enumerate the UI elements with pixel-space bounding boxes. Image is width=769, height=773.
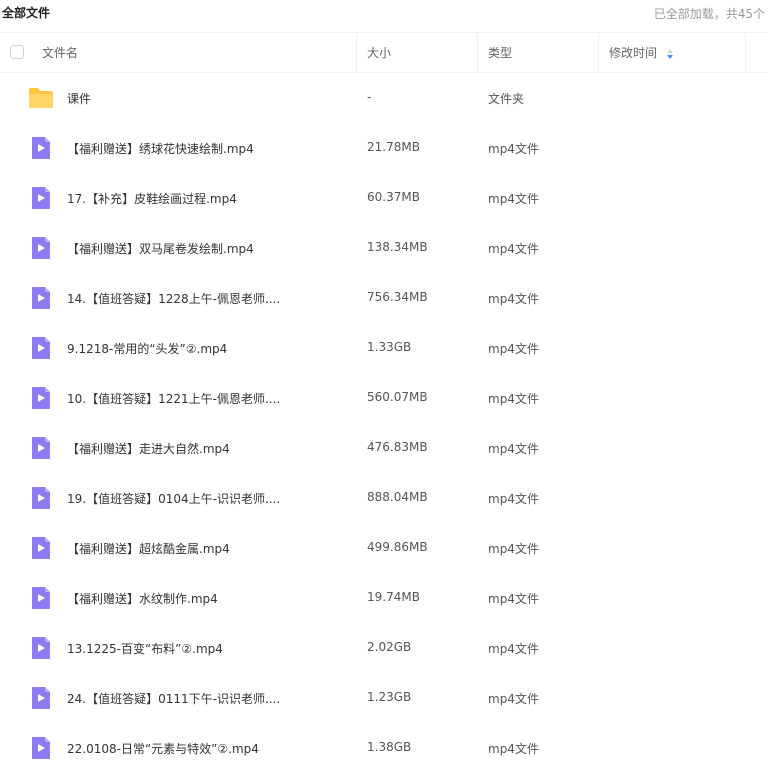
- file-type: mp4文件: [488, 542, 539, 556]
- file-type: mp4文件: [488, 292, 539, 306]
- file-size: 1.33GB: [367, 340, 412, 354]
- column-divider: [477, 33, 478, 73]
- select-all-checkbox[interactable]: [10, 45, 24, 59]
- file-row[interactable]: 14.【值班答疑】1228上午-佩恩老师.... 756.34MB mp4文件: [0, 273, 769, 323]
- video-file-icon: [28, 685, 54, 711]
- top-bar: 全部文件 已全部加载，共45个: [0, 0, 769, 26]
- file-name[interactable]: 【福利赠送】超炫酷金属.mp4: [67, 540, 230, 557]
- file-name[interactable]: 19.【值班答疑】0104上午-识识老师....: [67, 490, 280, 507]
- file-row[interactable]: 【福利赠送】水纹制作.mp4 19.74MB mp4文件: [0, 573, 769, 623]
- column-header-type[interactable]: 类型: [488, 33, 512, 73]
- video-file-icon: [28, 185, 54, 211]
- file-type: mp4文件: [488, 492, 539, 506]
- load-status-text: 已全部加载，共45个: [653, 7, 765, 21]
- file-size: 60.37MB: [367, 190, 420, 204]
- file-name[interactable]: 【福利赠送】绣球花快速绘制.mp4: [67, 140, 254, 157]
- file-type: mp4文件: [488, 342, 539, 356]
- file-name[interactable]: 24.【值班答疑】0111下午-识识老师....: [67, 690, 280, 707]
- column-header-size[interactable]: 大小: [367, 33, 391, 73]
- file-size: 560.07MB: [367, 390, 428, 404]
- video-file-icon: [28, 635, 54, 661]
- file-row[interactable]: 24.【值班答疑】0111下午-识识老师.... 1.23GB mp4文件: [0, 673, 769, 723]
- file-row[interactable]: 17.【补充】皮鞋绘画过程.mp4 60.37MB mp4文件: [0, 173, 769, 223]
- file-size: -: [367, 90, 372, 104]
- file-name[interactable]: 【福利赠送】走进大自然.mp4: [67, 440, 230, 457]
- file-name[interactable]: 【福利赠送】双马尾卷发绘制.mp4: [67, 240, 254, 257]
- column-divider: [745, 33, 746, 73]
- video-file-icon: [28, 735, 54, 761]
- file-row[interactable]: 【福利赠送】双马尾卷发绘制.mp4 138.34MB mp4文件: [0, 223, 769, 273]
- video-file-icon: [28, 585, 54, 611]
- breadcrumb[interactable]: 全部文件: [2, 4, 50, 21]
- file-size: 1.23GB: [367, 690, 412, 704]
- file-size: 476.83MB: [367, 440, 428, 454]
- file-list-header: 文件名 大小 类型 修改时间: [0, 32, 769, 73]
- file-type: mp4文件: [488, 642, 539, 656]
- file-type: mp4文件: [488, 392, 539, 406]
- column-header-modified[interactable]: 修改时间: [609, 33, 657, 73]
- file-type: 文件夹: [488, 92, 525, 106]
- file-row[interactable]: 课件 - 文件夹: [0, 73, 769, 123]
- video-file-icon: [28, 335, 54, 361]
- file-row[interactable]: 【福利赠送】走进大自然.mp4 476.83MB mp4文件: [0, 423, 769, 473]
- file-type: mp4文件: [488, 442, 539, 456]
- file-row[interactable]: 19.【值班答疑】0104上午-识识老师.... 888.04MB mp4文件: [0, 473, 769, 523]
- file-name[interactable]: 17.【补充】皮鞋绘画过程.mp4: [67, 190, 237, 207]
- sort-icon[interactable]: [666, 48, 674, 60]
- file-type: mp4文件: [488, 592, 539, 606]
- file-name[interactable]: 【福利赠送】水纹制作.mp4: [67, 590, 218, 607]
- video-file-icon: [28, 285, 54, 311]
- file-list: 课件 - 文件夹 【福利赠送】绣球花快速绘制.mp4 21.78MB mp4文件 17.【补…: [0, 73, 769, 773]
- file-size: 21.78MB: [367, 140, 420, 154]
- video-file-icon: [28, 135, 54, 161]
- video-file-icon: [28, 385, 54, 411]
- video-file-icon: [28, 235, 54, 261]
- file-size: 19.74MB: [367, 590, 420, 604]
- video-file-icon: [28, 435, 54, 461]
- file-type: mp4文件: [488, 242, 539, 256]
- file-size: 138.34MB: [367, 240, 428, 254]
- file-size: 1.38GB: [367, 740, 412, 754]
- column-divider: [356, 33, 357, 73]
- column-header-name[interactable]: 文件名: [42, 33, 78, 73]
- file-name[interactable]: 课件: [67, 90, 91, 107]
- file-row[interactable]: 【福利赠送】超炫酷金属.mp4 499.86MB mp4文件: [0, 523, 769, 573]
- file-type: mp4文件: [488, 142, 539, 156]
- file-row[interactable]: 9.1218-常用的“头发”②.mp4 1.33GB mp4文件: [0, 323, 769, 373]
- file-name[interactable]: 10.【值班答疑】1221上午-佩恩老师....: [67, 390, 280, 407]
- file-row[interactable]: 22.0108-日常“元素与特效”②.mp4 1.38GB mp4文件: [0, 723, 769, 773]
- file-row[interactable]: 13.1225-百变“布料”②.mp4 2.02GB mp4文件: [0, 623, 769, 673]
- video-file-icon: [28, 535, 54, 561]
- folder-icon: [28, 85, 54, 111]
- file-type: mp4文件: [488, 192, 539, 206]
- file-type: mp4文件: [488, 742, 539, 756]
- file-type: mp4文件: [488, 692, 539, 706]
- file-name[interactable]: 13.1225-百变“布料”②.mp4: [67, 640, 223, 657]
- file-size: 888.04MB: [367, 490, 428, 504]
- file-row[interactable]: 10.【值班答疑】1221上午-佩恩老师.... 560.07MB mp4文件: [0, 373, 769, 423]
- file-size: 499.86MB: [367, 540, 428, 554]
- column-divider: [598, 33, 599, 73]
- file-name[interactable]: 14.【值班答疑】1228上午-佩恩老师....: [67, 290, 280, 307]
- file-name[interactable]: 9.1218-常用的“头发”②.mp4: [67, 340, 227, 357]
- file-name[interactable]: 22.0108-日常“元素与特效”②.mp4: [67, 740, 259, 757]
- file-row[interactable]: 【福利赠送】绣球花快速绘制.mp4 21.78MB mp4文件: [0, 123, 769, 173]
- file-size: 756.34MB: [367, 290, 428, 304]
- file-size: 2.02GB: [367, 640, 412, 654]
- video-file-icon: [28, 485, 54, 511]
